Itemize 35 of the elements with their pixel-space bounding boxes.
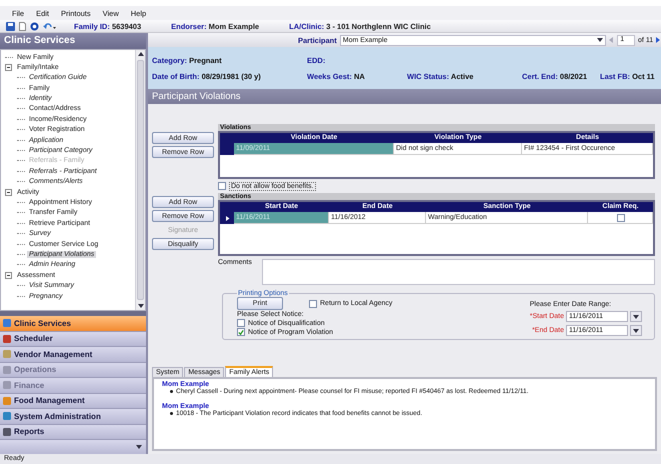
module-button[interactable]: Food Management [0, 394, 146, 410]
caret-down-icon[interactable] [597, 38, 604, 42]
checkbox[interactable] [617, 214, 625, 222]
checkbox[interactable] [237, 328, 245, 336]
checkbox[interactable] [237, 319, 245, 327]
undo-icon[interactable] [43, 22, 56, 30]
caret-down-icon[interactable] [633, 314, 639, 318]
dropdown-button[interactable] [630, 311, 642, 322]
checkbox[interactable] [218, 182, 226, 190]
collapse-icon[interactable] [5, 188, 12, 196]
module-button[interactable]: Clinic Services [0, 316, 146, 332]
current-row-icon [224, 216, 230, 220]
caret-down-icon[interactable] [136, 445, 142, 450]
module-button[interactable]: System Administration [0, 409, 146, 425]
bullet-icon [170, 412, 173, 415]
module-button[interactable]: Scheduler [0, 332, 146, 348]
page-title: Participant Violations [148, 89, 661, 104]
collapse-icon[interactable] [5, 64, 12, 71]
caret-down-icon[interactable] [633, 328, 639, 332]
next-icon[interactable] [656, 37, 661, 43]
bullet-icon [170, 390, 173, 393]
scroll-down-icon[interactable] [138, 304, 144, 308]
save-icon[interactable] [6, 22, 15, 30]
checkbox[interactable] [309, 300, 317, 308]
row-marker[interactable] [220, 212, 234, 224]
sidebar-title: Clinic Services [0, 33, 146, 49]
module-button[interactable]: Reports [0, 424, 146, 440]
comments-field[interactable] [262, 259, 655, 285]
row-marker[interactable] [220, 143, 234, 155]
scroll-up-icon[interactable] [138, 52, 144, 56]
dropdown-button[interactable] [630, 325, 642, 336]
scrollbar[interactable] [135, 50, 145, 310]
module-button[interactable]: Vendor Management [0, 347, 146, 363]
document-icon[interactable] [19, 22, 26, 30]
collapse-icon[interactable] [5, 272, 12, 279]
